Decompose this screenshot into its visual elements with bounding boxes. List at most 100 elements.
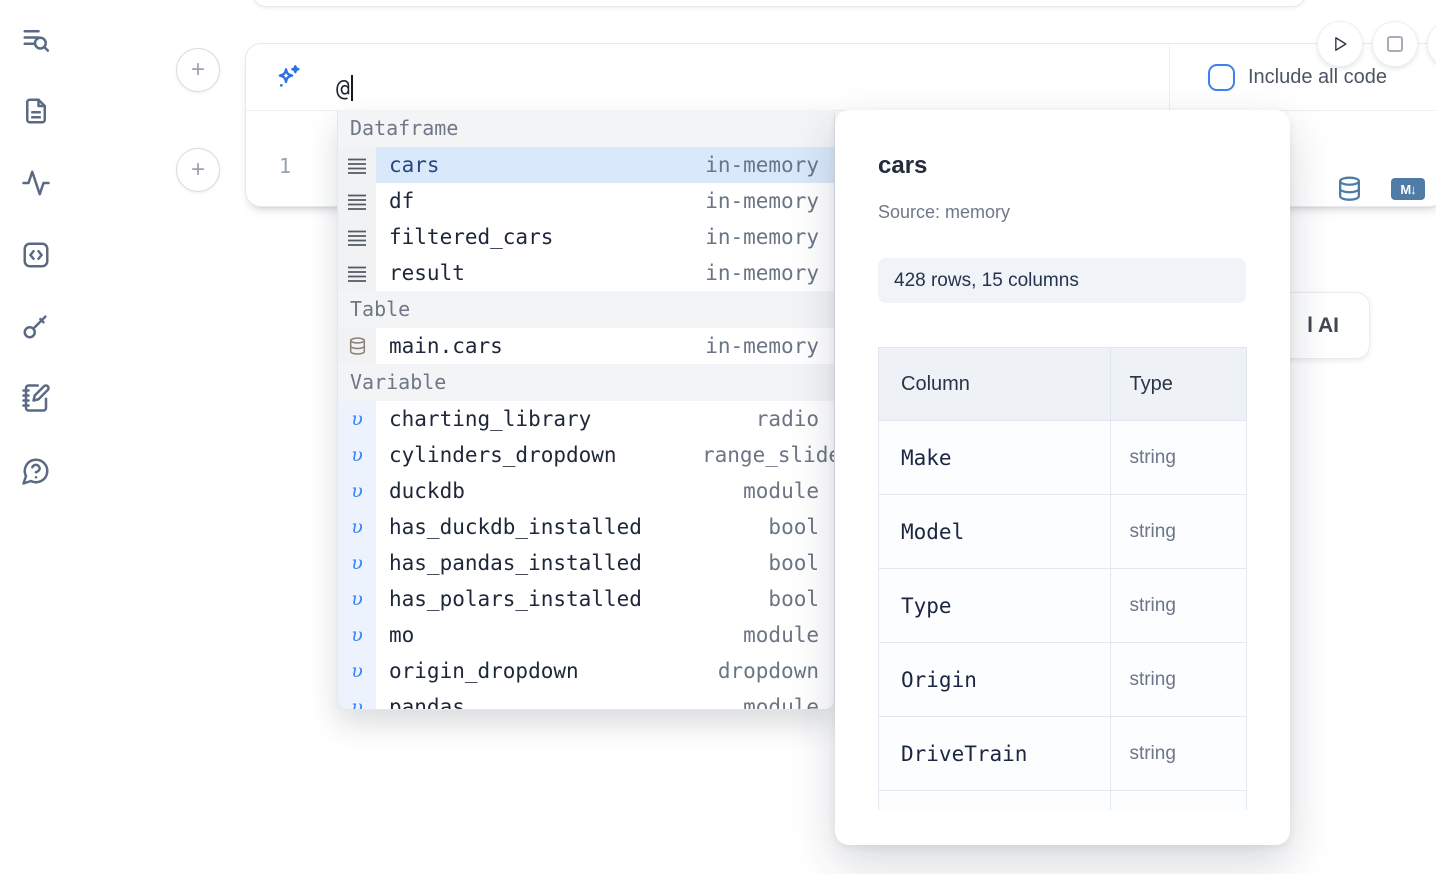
- autocomplete-list: Dataframecarsin-memorydfin-memoryfiltere…: [338, 110, 834, 710]
- schema-row: Modelstring: [879, 495, 1247, 569]
- column-type-cell: string: [1111, 495, 1247, 569]
- autocomplete-item[interactable]: υhas_duckdb_installed bool: [338, 509, 834, 545]
- item-name: cars: [376, 153, 440, 177]
- schema-row: DriveTrainstring: [879, 717, 1247, 791]
- run-button[interactable]: [1318, 22, 1362, 66]
- left-sidebar: [0, 0, 70, 874]
- item-type: in-memory: [705, 153, 819, 177]
- sparkles-icon: [272, 62, 304, 94]
- help-bubble-icon[interactable]: [20, 455, 52, 487]
- notebook-pen-icon[interactable]: [20, 382, 52, 414]
- schema-row: Makestring: [879, 421, 1247, 495]
- variable-icon: υ: [351, 552, 363, 574]
- autocomplete-item[interactable]: υpandasmodule: [338, 689, 834, 710]
- item-type: in-memory: [705, 225, 819, 249]
- markdown-cell-button[interactable]: M↓: [1391, 178, 1425, 200]
- item-type: bool: [768, 515, 819, 539]
- stop-icon: [1386, 35, 1404, 53]
- variable-icon-gutter: υ: [338, 509, 376, 545]
- section-header: Table: [338, 291, 834, 328]
- column-type-cell: string: [1111, 717, 1247, 791]
- schema-table: Column Type MakestringModelstringTypestr…: [878, 347, 1247, 810]
- dataframe-icon-gutter: [338, 183, 376, 219]
- preview-shape-badge: 428 rows, 15 columns: [878, 258, 1246, 303]
- section-header: Dataframe: [338, 110, 834, 147]
- column-name-cell: Origin: [879, 643, 1111, 717]
- ai-prompt-input[interactable]: @: [336, 75, 353, 102]
- variable-icon-gutter: υ: [338, 689, 376, 710]
- autocomplete-item[interactable]: resultin-memory: [338, 255, 834, 291]
- item-type: dropdown: [718, 659, 819, 683]
- variable-icon: υ: [351, 480, 363, 502]
- item-name: result: [376, 261, 465, 285]
- ai-prompt-row[interactable]: @ Include all code: [246, 44, 1436, 111]
- item-name: origin_dropdown: [376, 659, 579, 683]
- add-cell-button-top[interactable]: +: [176, 48, 220, 92]
- item-name: duckdb: [376, 479, 465, 503]
- section-header: Variable: [338, 364, 834, 401]
- notebook-app: + + @ Include all code 1 M↓: [0, 0, 1436, 874]
- autocomplete-item[interactable]: υ origin_dropdown dropdown: [338, 653, 834, 689]
- schema-row-partial: [879, 791, 1247, 811]
- item-type: bool: [768, 587, 819, 611]
- column-type-cell: string: [1111, 643, 1247, 717]
- file-text-icon[interactable]: [20, 95, 52, 127]
- autocomplete-item[interactable]: cars in-memory: [338, 147, 834, 183]
- item-name: has_duckdb_installed: [376, 515, 642, 539]
- schema-header-row: Column Type: [879, 348, 1247, 421]
- key-icon[interactable]: [20, 310, 52, 342]
- variable-icon-gutter: υ: [338, 545, 376, 581]
- add-cell-button-bottom[interactable]: +: [176, 148, 220, 192]
- item-name: mo: [376, 623, 414, 647]
- variable-icon-gutter: υ: [338, 437, 376, 473]
- play-icon: [1330, 34, 1350, 54]
- item-name: filtered_cars: [376, 225, 553, 249]
- table-database-icon: [349, 337, 366, 356]
- autocomplete-item[interactable]: main.carsin-memory: [338, 328, 834, 364]
- list-search-icon[interactable]: [20, 24, 52, 56]
- column-name-cell: Make: [879, 421, 1111, 495]
- column-name-cell: Type: [879, 569, 1111, 643]
- include-all-code-label: Include all code: [1248, 66, 1387, 89]
- autocomplete-item[interactable]: υmomodule: [338, 617, 834, 653]
- column-type-cell: string: [1111, 569, 1247, 643]
- column-name-cell: DriveTrain: [879, 717, 1111, 791]
- item-name: has_pandas_installed: [376, 551, 642, 575]
- autocomplete-item[interactable]: υ has_polars_installed bool: [338, 581, 834, 617]
- include-all-code-checkbox[interactable]: [1208, 64, 1235, 91]
- variable-icon: υ: [351, 444, 363, 466]
- item-name: pandas: [376, 695, 465, 710]
- database-icon: [1336, 174, 1363, 204]
- item-name: df: [376, 189, 414, 213]
- variable-icon: υ: [351, 588, 363, 610]
- item-name: has_polars_installed: [376, 587, 642, 611]
- dataframe-preview-panel: cars Source: memory 428 rows, 15 columns…: [835, 110, 1290, 845]
- autocomplete-item[interactable]: υduckdb module: [338, 473, 834, 509]
- variable-icon-gutter: υ: [338, 617, 376, 653]
- dataframe-icon: [348, 229, 366, 246]
- dataframe-icon: [348, 157, 366, 174]
- variable-icon: υ: [351, 696, 363, 710]
- dataframe-icon: [348, 265, 366, 282]
- variable-icon: υ: [351, 624, 363, 646]
- autocomplete-item[interactable]: filtered_cars in-memory: [338, 219, 834, 255]
- autocomplete-item[interactable]: υcharting_libraryradio: [338, 401, 834, 437]
- autocomplete-item[interactable]: υcylinders_dropdownrange_slider: [338, 437, 834, 473]
- autocomplete-item[interactable]: dfin-memory: [338, 183, 834, 219]
- item-type: in-memory: [705, 334, 819, 358]
- autocomplete-item[interactable]: υhas_pandas_installedbool: [338, 545, 834, 581]
- item-type: module: [743, 479, 819, 503]
- activity-icon[interactable]: [20, 167, 52, 199]
- column-type-cell: string: [1111, 421, 1247, 495]
- code-square-icon[interactable]: [20, 239, 52, 271]
- variable-icon-gutter: υ: [338, 401, 376, 437]
- schema-row: Typestring: [879, 569, 1247, 643]
- sql-cell-button[interactable]: [1336, 174, 1363, 204]
- variable-icon: υ: [351, 660, 363, 682]
- stop-button[interactable]: [1373, 22, 1417, 66]
- autocomplete-dropdown: Dataframecarsin-memorydfin-memoryfiltere…: [337, 110, 835, 710]
- preview-table-wrap: Column Type MakestringModelstringTypestr…: [878, 347, 1247, 810]
- item-type: radio: [756, 407, 819, 431]
- line-number: 1: [273, 154, 297, 178]
- preview-title: cars: [878, 152, 927, 180]
